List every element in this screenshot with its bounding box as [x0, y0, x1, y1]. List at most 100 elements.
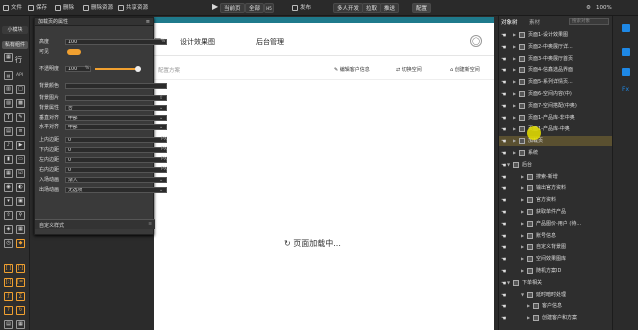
chevron-down-icon[interactable]: ⌄ — [159, 123, 163, 131]
prop-value[interactable]: 渐入 — [65, 177, 167, 183]
expand-icon[interactable]: ▶ — [521, 183, 524, 193]
hand-icon[interactable]: ☚ — [501, 173, 506, 183]
data-icon[interactable]: ▤ — [4, 320, 13, 329]
menu-icon[interactable]: ≡ — [146, 18, 150, 26]
edit-customer-button[interactable]: ✎ 编辑客户信息 — [334, 66, 370, 73]
bracket-icon[interactable]: [ ] — [4, 264, 13, 273]
slider-handle[interactable] — [135, 66, 141, 72]
link-icon[interactable]: ⚲ — [16, 211, 25, 220]
prop-value[interactable]: 0 — [65, 167, 167, 173]
tab-assets[interactable]: 素材 — [529, 18, 540, 26]
preview-page-button[interactable]: 当前页 — [220, 3, 245, 13]
panel-icon[interactable]: ▩ — [16, 99, 25, 108]
tree-item[interactable]: ☚ ▼ 延时暗时处理 — [499, 290, 613, 300]
variable-icon[interactable]: [·] — [16, 264, 25, 273]
expand-icon[interactable]: ▶ — [527, 301, 530, 311]
sheet-icon[interactable]: ▦ — [16, 320, 25, 329]
checkout-button[interactable]: 拉取 — [362, 3, 382, 13]
config-button[interactable]: 配置 — [412, 3, 432, 13]
hand-icon[interactable]: ☚ — [501, 267, 506, 277]
button-icon[interactable]: ▣ — [16, 197, 25, 206]
checkin-button[interactable]: 推送 — [380, 3, 400, 13]
user-avatar-icon[interactable]: ◯ — [470, 35, 482, 47]
chart-icon[interactable]: ▮ — [4, 155, 13, 164]
expand-icon[interactable]: ▶ — [521, 266, 524, 276]
tree-item[interactable]: ☚ ▶ 页面5-系列详情页... — [499, 77, 613, 87]
prop-value[interactable]: 中部 — [65, 124, 167, 130]
share-resource-button[interactable]: 共享资源 — [118, 3, 148, 13]
tree-item[interactable]: ☚ ▶ 页面1-产品库-非中奥 — [499, 113, 613, 123]
function-icon[interactable]: ƒ — [4, 292, 13, 301]
blue-grid-icon[interactable] — [622, 68, 630, 76]
grid-icon[interactable]: ▦ — [4, 53, 13, 62]
calendar-icon[interactable]: ▦ — [4, 169, 13, 178]
table-icon[interactable]: ▤ — [4, 127, 13, 136]
expand-icon[interactable]: ▶ — [513, 65, 516, 75]
hand-icon[interactable]: ☚ — [501, 196, 506, 206]
timer-icon[interactable]: ◷ — [4, 239, 13, 248]
hand-icon[interactable]: ☚ — [501, 302, 506, 312]
tree-item[interactable]: ☚ ▶ 页面2-中奥展厅详... — [499, 42, 613, 52]
expand-icon[interactable]: ▼ — [507, 160, 510, 170]
hand-icon[interactable]: ☚ — [501, 161, 506, 171]
custom-style-section[interactable]: 自定义样式 ≡ — [35, 219, 155, 229]
radio-icon[interactable]: ◉ — [4, 183, 13, 192]
tree-item[interactable]: ☚ ▶ 页面1-产品库-中奥 — [499, 124, 613, 134]
image-icon[interactable]: ▨ — [4, 99, 13, 108]
tree-item[interactable]: ☚ ▶ 页面6-空间内容(中) — [499, 89, 613, 99]
hand-icon[interactable]: ☚ — [501, 291, 506, 301]
slider-icon[interactable]: ◐ — [16, 183, 25, 192]
tree-item[interactable]: ☚ ▶ 页面7-空间搭配(中奥) — [499, 101, 613, 111]
expand-icon[interactable]: ▶ — [513, 124, 516, 134]
blue-fx-icon[interactable]: Fx — [622, 86, 629, 93]
expand-icon[interactable]: ▶ — [513, 113, 516, 123]
tree-item[interactable]: ☚ ▶ 官方资料 — [499, 195, 613, 205]
tree-item[interactable]: ☚ ▶ 获取单件产品 — [499, 207, 613, 217]
hand-icon[interactable]: ☚ — [501, 208, 506, 218]
menu-icon[interactable]: ≡ — [148, 222, 152, 227]
expand-icon[interactable]: ▶ — [527, 313, 530, 323]
expand-icon[interactable]: ▶ — [521, 219, 524, 229]
chevron-down-icon[interactable]: ⌄ — [159, 104, 163, 112]
expand-icon[interactable]: ▶ — [521, 172, 524, 182]
checkbox-icon[interactable]: ☑ — [16, 169, 25, 178]
tree-item[interactable]: ☚ ▶ 自定义背景图 — [499, 242, 613, 252]
expand-icon[interactable]: ▼ — [521, 290, 524, 300]
expand-icon[interactable]: ▶ — [513, 136, 516, 146]
tree-item[interactable]: ☚ ▼ 后台 — [499, 160, 613, 170]
tree-item[interactable]: ☚ ▶ 输出官方资料 — [499, 183, 613, 193]
expand-icon[interactable]: ▶ — [513, 89, 516, 99]
switch-space-button[interactable]: ⇄ 切换空间 — [396, 66, 422, 73]
expand-icon[interactable]: ▶ — [513, 54, 516, 64]
expand-icon[interactable]: ▶ — [521, 195, 524, 205]
chevron-down-icon[interactable]: ⌄ — [159, 114, 163, 122]
hand-icon[interactable]: ☚ — [501, 243, 506, 253]
object-icon[interactable]: [=] — [16, 278, 25, 287]
prop-value[interactable]: 无选项 — [65, 187, 167, 193]
tab-private-widgets[interactable]: 私有组件 — [2, 41, 28, 49]
hand-icon[interactable]: ☚ — [501, 220, 506, 230]
delete-button[interactable]: 删除 — [55, 3, 74, 13]
expand-icon[interactable]: ▶ — [513, 42, 516, 52]
edit-icon[interactable]: ✎ — [16, 113, 25, 122]
tree-item[interactable]: ☚ ▼ 下单相关 — [499, 278, 613, 288]
prop-value[interactable] — [65, 83, 167, 89]
formula-icon[interactable]: ∑ — [16, 292, 25, 301]
tab-small-module[interactable]: 小模块 — [2, 26, 28, 34]
expand-icon[interactable]: ▶ — [513, 77, 516, 87]
loop-icon[interactable]: ↻ — [16, 306, 25, 315]
code-icon[interactable]: ◆ — [16, 239, 25, 248]
hand-icon[interactable]: ☚ — [501, 55, 506, 65]
expand-icon[interactable]: ▶ — [521, 254, 524, 264]
prop-value[interactable]: 中部 — [65, 115, 167, 121]
music-icon[interactable]: ♪ — [4, 141, 13, 150]
create-space-button[interactable]: ⌂ 创建新空间 — [450, 66, 480, 73]
tree-item[interactable]: ☚ ▶ 页面3-中奥展厅首页 — [499, 54, 613, 64]
expand-icon[interactable]: ▶ — [513, 30, 516, 40]
hand-icon[interactable]: ☚ — [501, 232, 506, 242]
play-icon[interactable]: ▶ — [212, 2, 218, 12]
hand-icon[interactable]: ☚ — [501, 314, 506, 324]
map-icon[interactable]: ◈ — [4, 225, 13, 234]
hand-icon[interactable]: ☚ — [501, 31, 506, 41]
hand-icon[interactable]: ☚ — [501, 66, 506, 76]
